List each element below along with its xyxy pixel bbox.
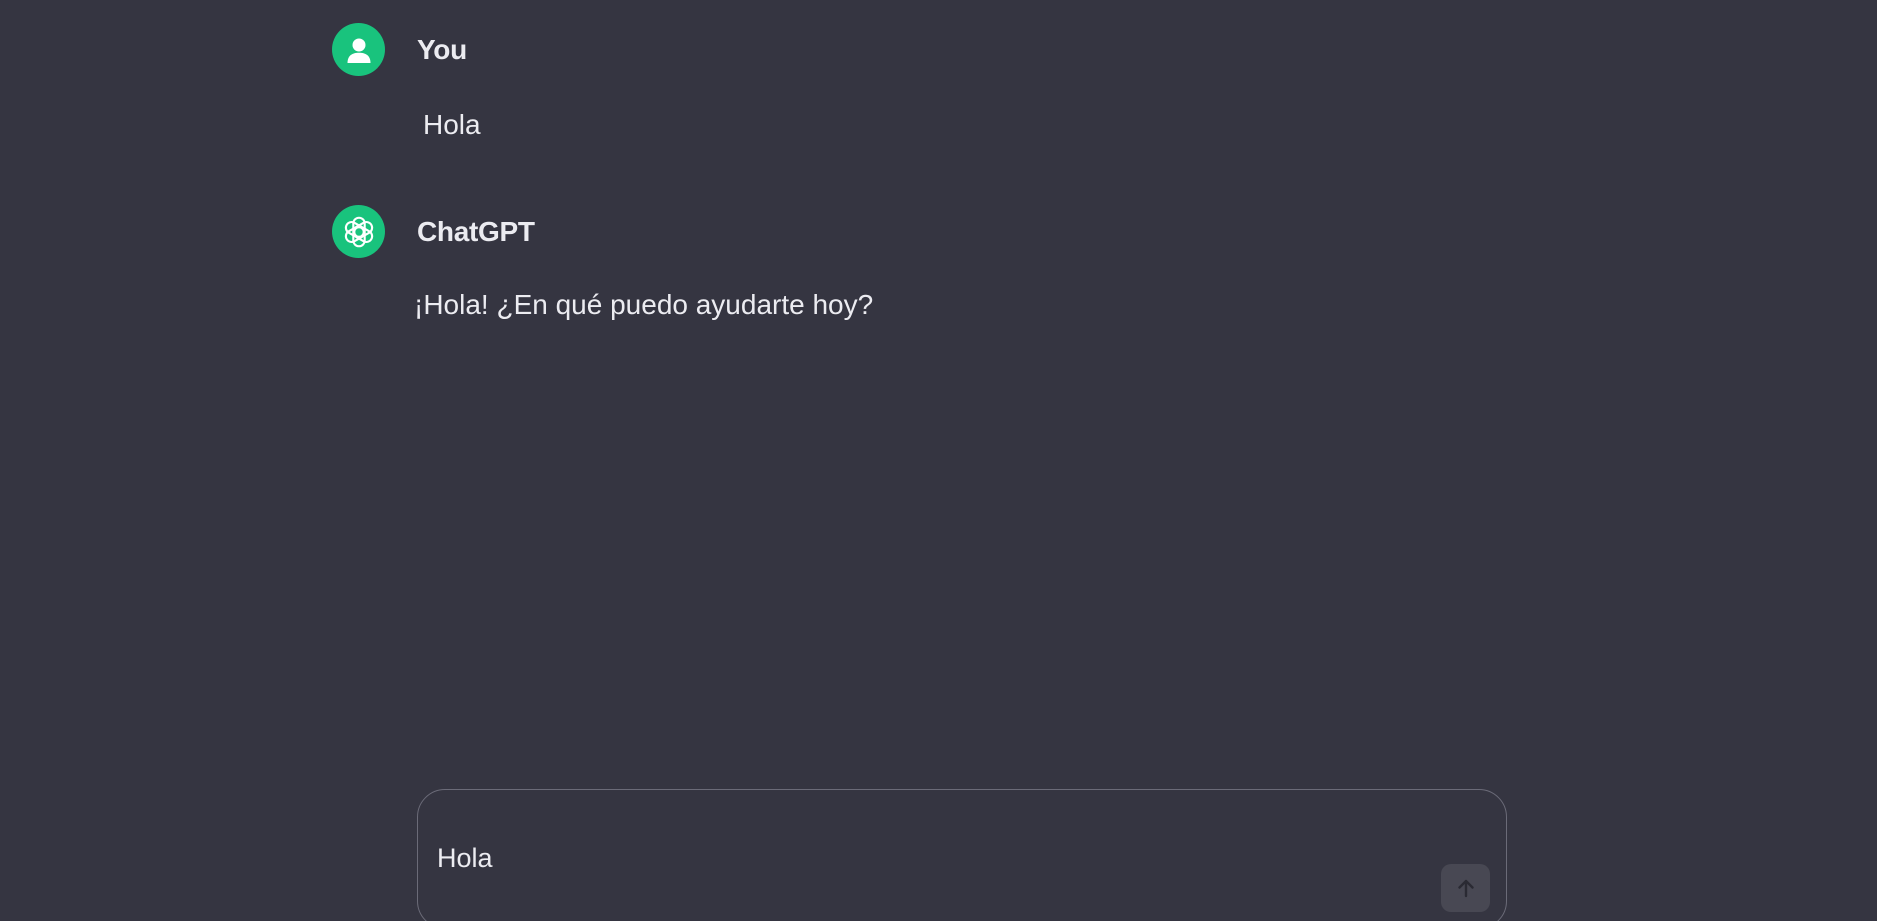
- chat-page: You Hola ChatGPT ¡Hola! ¿En qué puedo ay…: [0, 0, 1877, 921]
- openai-logo-icon: [344, 216, 373, 247]
- message-text: ¡Hola! ¿En qué puedo ayudarte hoy?: [414, 289, 874, 320]
- message-header: You: [332, 23, 1512, 76]
- message-composer[interactable]: [417, 789, 1507, 921]
- avatar: [332, 205, 385, 258]
- arrow-up-icon: [1457, 879, 1474, 898]
- message-author: You: [417, 33, 467, 65]
- user-icon: [347, 38, 370, 63]
- message-user: You Hola: [332, 23, 1512, 141]
- message-text: Hola: [423, 109, 481, 140]
- message-input[interactable]: [435, 842, 1399, 875]
- message-assistant: ChatGPT ¡Hola! ¿En qué puedo ayudarte ho…: [332, 205, 1512, 321]
- message-header: ChatGPT: [332, 205, 1512, 258]
- avatar: [332, 23, 385, 76]
- send-button[interactable]: [1441, 864, 1490, 912]
- message-author: ChatGPT: [417, 215, 535, 247]
